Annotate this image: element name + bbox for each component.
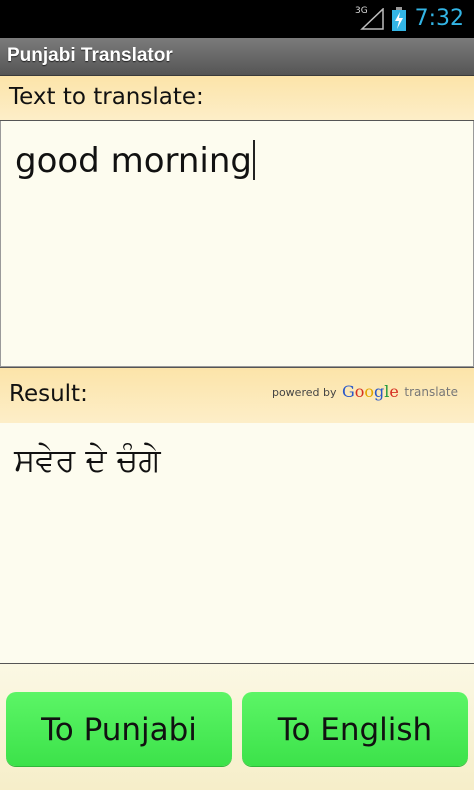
input-value: good morning: [15, 139, 256, 183]
powered-by-text: powered by: [271, 386, 337, 399]
translate-word: translate: [404, 385, 458, 399]
result-value: ਸਵੇਰ ਦੇ ਚੰਗੇ: [14, 441, 161, 479]
result-output: ਸਵੇਰ ਦੇ ਚੰਗੇ: [0, 423, 474, 664]
input-label: Text to translate:: [9, 84, 204, 110]
to-english-button[interactable]: To English: [242, 692, 468, 766]
button-bar: To Punjabi To English: [0, 664, 474, 790]
signal-icon: [360, 8, 384, 30]
status-bar: 3G 7:32: [0, 0, 474, 38]
app-screen: 3G 7:32 Punjabi Translator Text to trans…: [0, 0, 474, 790]
powered-by-google-translate: powered by Google translate: [272, 382, 458, 401]
app-title-bar: Punjabi Translator: [0, 38, 474, 76]
input-header: Text to translate:: [0, 76, 474, 121]
to-punjabi-button[interactable]: To Punjabi: [6, 692, 232, 766]
battery-charging-icon: [392, 7, 406, 31]
google-logo: Google: [341, 382, 399, 401]
clock: 7:32: [414, 6, 464, 31]
text-caret: [253, 140, 256, 180]
result-header: Result: powered by Google translate: [0, 367, 474, 424]
text-to-translate-input[interactable]: good morning: [0, 121, 474, 367]
result-label: Result:: [9, 381, 88, 407]
app-title: Punjabi Translator: [7, 45, 173, 66]
